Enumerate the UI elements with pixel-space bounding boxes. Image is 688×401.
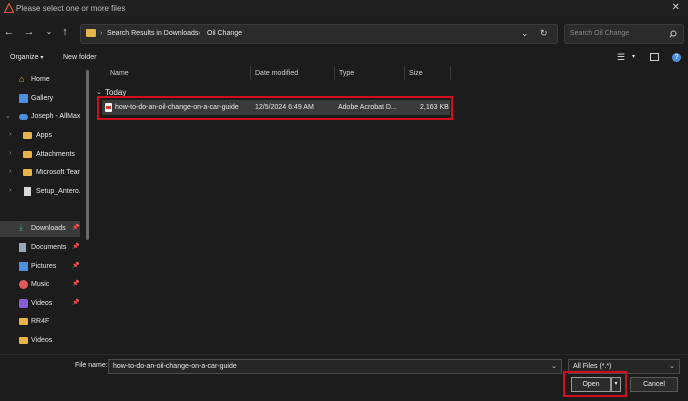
file-name-input[interactable]: how-to-do-an-oil-change-on-a-car-guide ⌄ — [108, 359, 562, 374]
up-button[interactable]: ↑ — [58, 25, 72, 39]
pin-icon[interactable]: 📌 — [72, 262, 79, 269]
sidebar-item-label: Downloads — [31, 225, 66, 232]
column-header-name[interactable]: Name — [110, 70, 129, 77]
cancel-button[interactable]: Cancel — [630, 377, 678, 392]
folder-icon — [86, 29, 96, 37]
chevron-right-icon: › — [9, 150, 12, 157]
column-header-type[interactable]: Type — [339, 70, 354, 77]
documents-icon — [19, 243, 26, 252]
file-name-value: how-to-do-an-oil-change-on-a-car-guide — [113, 363, 237, 370]
chevron-right-icon: › — [9, 168, 12, 175]
videos-icon — [19, 299, 28, 308]
file-icon — [24, 187, 31, 196]
file-name-label: File name: — [75, 362, 108, 369]
sidebar-item-documents[interactable]: Documents 📌 — [0, 240, 86, 256]
sidebar-item-music[interactable]: Music 📌 — [0, 277, 86, 293]
folder-icon — [23, 151, 32, 158]
sidebar-item-rr4f[interactable]: RR4F — [0, 314, 86, 330]
chevron-right-icon: › — [9, 131, 12, 138]
address-dropdown-icon[interactable]: ⌄ — [521, 28, 529, 39]
chevron-right-icon: › — [9, 187, 12, 194]
breadcrumb-separator-icon: › — [198, 30, 201, 37]
sidebar-item-label: Setup_Antero.e — [36, 188, 81, 195]
sidebar-item-label: Attachments — [36, 151, 75, 158]
close-window-button[interactable]: ✕ — [672, 2, 680, 13]
sidebar-item-videos-folder[interactable]: Videos — [0, 333, 86, 349]
column-header-date-modified[interactable]: Date modified — [255, 70, 298, 77]
folder-icon — [23, 132, 32, 139]
preview-pane-icon[interactable] — [650, 53, 659, 61]
sidebar-item-onedrive[interactable]: ⌄ Joseph - AllMax — [0, 109, 86, 125]
sidebar-item-label: Music — [31, 281, 50, 288]
column-divider[interactable] — [250, 66, 251, 80]
back-button[interactable]: ← — [2, 25, 16, 39]
app-warning-icon — [4, 3, 14, 13]
recent-locations-button[interactable]: ⌄ — [42, 25, 56, 39]
column-header-size[interactable]: Size — [409, 70, 423, 77]
sidebar-item-label: RR4F — [31, 318, 50, 325]
view-dropdown-icon[interactable]: ▾ — [632, 53, 635, 60]
gallery-icon — [19, 94, 28, 103]
pin-icon[interactable]: 📌 — [72, 224, 79, 231]
sidebar-item-label: Home — [31, 76, 50, 83]
sidebar-item-pictures[interactable]: Pictures 📌 — [0, 259, 86, 275]
folder-icon — [19, 318, 28, 325]
title-bar: Please select one or more files ✕ — [0, 0, 688, 16]
sidebar-scrollbar[interactable] — [86, 70, 89, 240]
pictures-icon — [19, 262, 28, 271]
column-divider[interactable] — [404, 66, 405, 80]
sidebar-item-videos[interactable]: Videos 📌 — [0, 296, 86, 312]
sidebar-item-label: Gallery — [31, 95, 54, 102]
highlight-box-file-row — [97, 96, 453, 120]
column-divider[interactable] — [450, 66, 451, 80]
organize-label: Organize — [10, 54, 39, 61]
window-title: Please select one or more files — [16, 4, 126, 13]
onedrive-icon — [19, 114, 28, 120]
group-collapse-icon[interactable]: ⌄ — [96, 88, 102, 96]
folder-icon — [23, 169, 32, 176]
sidebar-item-label: Videos — [31, 337, 53, 344]
sidebar-item-label: Apps — [36, 132, 52, 139]
search-box[interactable]: Search Oil Change — [564, 24, 684, 44]
navigation-pane: ⌂ Home Gallery ⌄ Joseph - AllMax › Apps … — [0, 66, 92, 354]
sidebar-item-microsoft-teams[interactable]: › Microsoft Tear — [0, 165, 86, 181]
sidebar-item-gallery[interactable]: Gallery — [0, 91, 86, 107]
pin-icon[interactable]: 📌 — [72, 280, 79, 287]
sidebar-item-home[interactable]: ⌂ Home — [0, 72, 86, 88]
download-icon: ⤓ — [19, 222, 23, 232]
music-icon — [19, 280, 28, 289]
file-type-value: All Files (*.*) — [573, 363, 612, 370]
sidebar-item-setup-antero[interactable]: › Setup_Antero.e — [0, 184, 86, 200]
chevron-down-icon[interactable]: ⌄ — [551, 362, 557, 370]
organize-menu[interactable]: Organize ▾ — [10, 54, 43, 61]
highlight-box-open — [563, 371, 627, 397]
sidebar-item-apps[interactable]: › Apps — [0, 128, 86, 144]
search-placeholder: Search Oil Change — [570, 30, 630, 37]
breadcrumb-separator-icon: › — [100, 30, 103, 37]
sidebar-item-label: Videos — [31, 300, 53, 307]
sidebar-item-label: Joseph - AllMax — [31, 113, 81, 120]
view-options-icon[interactable]: ☰ — [617, 52, 625, 63]
folder-icon — [19, 337, 28, 344]
refresh-icon[interactable]: ↻ — [540, 28, 548, 39]
pin-icon[interactable]: 📌 — [72, 299, 79, 306]
breadcrumb-oil-change[interactable]: Oil Change — [207, 30, 242, 37]
chevron-down-icon: ⌄ — [5, 113, 11, 120]
pin-icon[interactable]: 📌 — [72, 243, 79, 250]
new-folder-button[interactable]: New folder — [63, 54, 96, 61]
help-icon[interactable]: ? — [672, 53, 681, 62]
sidebar-item-label: Pictures — [31, 263, 57, 270]
home-icon: ⌂ — [19, 74, 25, 84]
sidebar-item-downloads[interactable]: ⤓ Downloads 📌 — [0, 221, 80, 237]
address-bar[interactable]: › Search Results in Downloads › Oil Chan… — [80, 24, 558, 44]
search-icon — [669, 30, 677, 38]
breadcrumb-search-results[interactable]: Search Results in Downloads — [107, 30, 198, 37]
sidebar-item-label: Documents — [31, 244, 67, 251]
sidebar-item-label: Microsoft Tear — [36, 169, 80, 176]
chevron-down-icon: ▾ — [40, 55, 44, 61]
forward-button[interactable]: → — [22, 25, 36, 39]
sidebar-item-attachments[interactable]: › Attachments — [0, 147, 86, 163]
column-divider[interactable] — [334, 66, 335, 80]
chevron-down-icon[interactable]: ⌄ — [669, 362, 675, 370]
